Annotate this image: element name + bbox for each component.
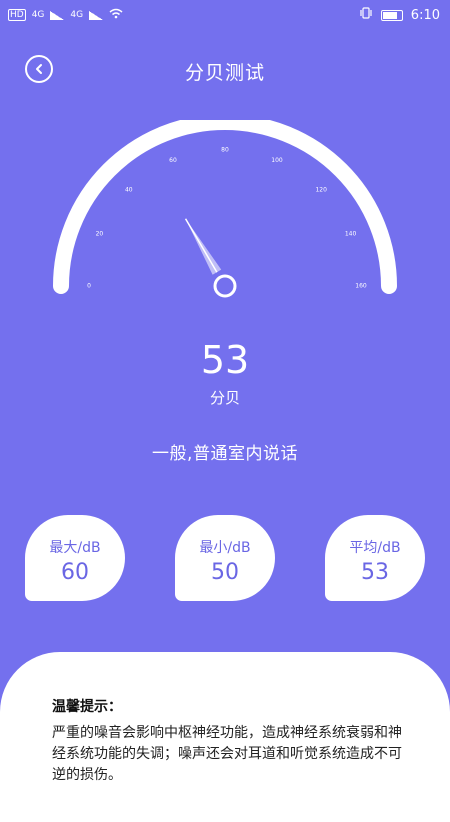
gauge-scale-label: 20 [96, 231, 104, 238]
signal-icon [50, 10, 65, 20]
gauge-scale-label: 80 [221, 147, 229, 154]
tips-title: 温馨提示： [52, 699, 122, 715]
gauge-scale-label: 60 [169, 157, 177, 164]
gauge-scale-label: 100 [271, 157, 283, 164]
battery-icon [380, 9, 403, 21]
gauge-scale-label: 160 [355, 283, 367, 290]
stat-label-max: 最大/dB [49, 540, 101, 556]
gauge-scale-label: 140 [345, 231, 357, 238]
gauge-needle-line [184, 218, 218, 273]
signal-icon-2 [89, 10, 104, 20]
stat-card-min: 最小/dB 50 [175, 515, 275, 601]
tips-panel: 温馨提示： 严重的噪音会影响中枢神经功能，造成神经系统衰弱和神经系统功能的失调；… [0, 652, 450, 822]
vibrate-icon [359, 7, 373, 23]
network-4g-label-2: 4G [70, 10, 84, 20]
stat-card-avg: 平均/dB 53 [325, 515, 425, 601]
status-right: 6:10 [359, 7, 440, 23]
stat-value-min: 50 [211, 560, 239, 585]
gauge-scale-label: 0 [87, 283, 91, 290]
hd-badge: HD [8, 9, 26, 21]
gauge-hub [213, 274, 237, 298]
decibel-unit: 分贝 [209, 389, 240, 407]
tips-body: 严重的噪音会影响中枢神经功能，造成神经系统衰弱和神经系统功能的失调；噪声还会对耳… [52, 725, 402, 783]
nav-bar: 分贝测试 [0, 48, 450, 88]
decibel-gauge: 0 20 40 60 80 100 120 140 160 [53, 120, 397, 298]
status-time: 6:10 [410, 7, 440, 23]
gauge-needle [184, 218, 222, 275]
gauge-scale-labels: 0 20 40 60 80 100 120 140 160 [87, 147, 367, 290]
status-left: HD 4G 4G [8, 8, 123, 22]
noise-description: 一般,普通室内说话 [152, 444, 298, 464]
status-bar: HD 4G 4G 6:10 [0, 0, 450, 30]
wifi-icon [109, 8, 123, 22]
gauge-scale-label: 120 [315, 186, 327, 193]
decibel-reading: 53 [200, 338, 250, 382]
stat-value-avg: 53 [361, 560, 389, 585]
page-title: 分贝测试 [184, 62, 265, 84]
gauge-scale-label: 40 [125, 186, 133, 193]
stat-label-min: 最小/dB [199, 540, 251, 556]
stat-label-avg: 平均/dB [349, 540, 401, 556]
stat-value-max: 60 [61, 560, 89, 585]
stat-card-max: 最大/dB 60 [25, 515, 125, 601]
network-4g-label: 4G [31, 10, 45, 20]
